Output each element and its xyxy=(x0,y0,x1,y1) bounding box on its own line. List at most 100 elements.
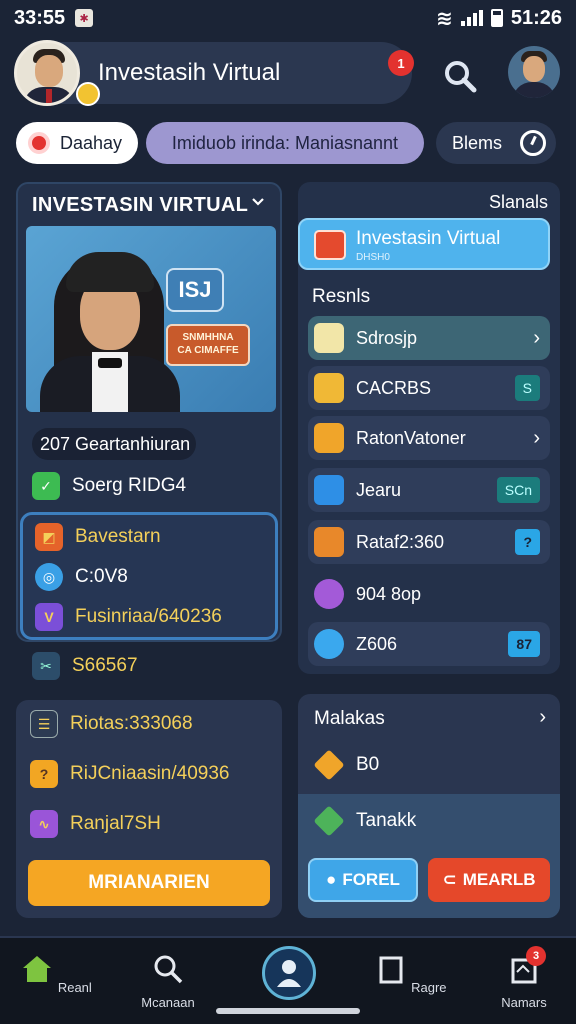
filter-pill-blems[interactable]: Blems xyxy=(436,122,556,164)
list-item[interactable]: Sdrosjp › xyxy=(308,316,550,360)
list-item[interactable]: Tanakk xyxy=(313,805,416,837)
document-icon xyxy=(314,423,344,453)
wifi-icon: ≋ xyxy=(436,7,453,30)
chart-icon: ◩ xyxy=(35,523,63,551)
list-item-label: Fusinriaa/640236 xyxy=(75,606,222,627)
list-item-label: 904 8op xyxy=(356,583,422,604)
item-tag: ? xyxy=(515,529,540,555)
home-indicator[interactable] xyxy=(216,1008,360,1014)
photo-icon xyxy=(314,373,344,403)
list-item[interactable]: ◎ C:0V8 xyxy=(35,561,128,593)
pill-label: Imiduob irinda: Maniasnannt xyxy=(171,132,399,153)
nav-center-profile[interactable] xyxy=(262,946,316,1000)
active-item-title: Investasin Virtual xyxy=(356,228,501,249)
list-item-label: Ranjal7SH xyxy=(70,813,161,834)
nav-label: Ragre xyxy=(411,980,447,995)
manage-button[interactable]: MRIANARIEN xyxy=(28,860,270,906)
item-tag: SCn xyxy=(496,477,540,503)
nav-inbox[interactable]: Namars xyxy=(484,952,564,1010)
list-item[interactable]: B0 xyxy=(313,749,380,781)
signal-icon xyxy=(460,10,483,26)
list-item[interactable]: ☰ Riotas:333068 xyxy=(30,708,193,740)
app-header: Investasih Virtual 1 xyxy=(14,40,414,106)
nav-search[interactable]: Mcanaan xyxy=(128,952,208,1010)
filter-pill-daahay[interactable]: Daahay xyxy=(16,122,138,164)
button-label: MEARLB xyxy=(462,870,536,889)
pill-label: Blems xyxy=(452,132,503,153)
nav-label: Namars xyxy=(501,995,547,1010)
coin-icon xyxy=(76,82,100,106)
list-item-label: RiJCniaasin/40936 xyxy=(70,763,230,784)
bubble-icon: ● xyxy=(326,870,337,889)
notification-badge[interactable]: 1 xyxy=(388,50,414,76)
list-item-label: Jearu xyxy=(356,479,402,500)
user-avatar[interactable] xyxy=(14,40,80,106)
stat-row-label: Soerg RIDG4 xyxy=(72,475,187,496)
list-item[interactable]: ? RiJCniaasin/40936 xyxy=(30,758,230,790)
section-label: Resnls xyxy=(312,286,371,307)
leaf-icon xyxy=(313,805,345,837)
filter-pill-management[interactable]: Imiduob irinda: Maniasnannt xyxy=(146,122,424,164)
forel-button[interactable]: ● FOREL xyxy=(308,858,418,902)
list-item[interactable]: Z606 87 xyxy=(308,622,550,666)
status-time: 33:55 xyxy=(14,6,66,29)
bookmark-icon xyxy=(379,956,403,984)
coin-circle-icon: ◎ xyxy=(35,563,63,591)
list-item-label: C:0V8 xyxy=(75,566,128,587)
list-item-label: RatonVatoner xyxy=(356,427,466,448)
chevron-right-icon[interactable]: › xyxy=(539,706,546,729)
shield-icon: V xyxy=(35,603,63,631)
item-tag: S xyxy=(514,375,540,401)
check-icon: ✓ xyxy=(32,472,60,500)
item-tag: 87 xyxy=(508,631,540,657)
list-item[interactable]: Jearu SCn xyxy=(308,468,550,512)
list-item[interactable]: Rataf2:360 ? xyxy=(308,520,550,564)
speech-bubble: ISJ xyxy=(166,268,224,312)
list-item-label: Bavestarn xyxy=(75,526,161,547)
signals-card: Slanals Investasin Virtual DHSH0 Resnls … xyxy=(298,182,560,674)
nav-home[interactable]: Reanl xyxy=(16,952,96,995)
home-icon xyxy=(23,956,52,982)
chevron-right-icon: › xyxy=(533,326,540,349)
list-icon: ☰ xyxy=(30,710,58,738)
list-item-label: B0 xyxy=(356,754,380,775)
profile-avatar[interactable] xyxy=(508,46,560,98)
app-notification-icon: ✱ xyxy=(75,9,94,27)
active-investment-item[interactable]: Investasin Virtual DHSH0 xyxy=(298,218,550,270)
speech-bubble-label: SNMHHNA CA CIMAFFE xyxy=(166,324,250,366)
extra-stat-row[interactable]: ✂ S66567 xyxy=(32,652,138,680)
battery-icon xyxy=(490,9,503,27)
list-item[interactable]: RatonVatoner › xyxy=(308,416,550,460)
list-item[interactable]: CACRBS S xyxy=(308,366,550,410)
list-item[interactable]: ∿ Ranjal7SH xyxy=(30,808,161,840)
extra-stat-label: S66567 xyxy=(72,655,138,676)
investment-subpanel: ◩ Bavestarn ◎ C:0V8 V Fusinriaa/640236 xyxy=(20,512,278,640)
puzzle-icon xyxy=(314,579,344,609)
list-item[interactable]: ◩ Bavestarn xyxy=(35,521,161,553)
chevron-right-icon: › xyxy=(533,426,540,449)
search-icon[interactable] xyxy=(440,56,480,96)
status-time-right: 51:26 xyxy=(510,6,562,29)
advisor-illustration: ISJ SNMHHNA CA CIMAFFE xyxy=(26,226,276,412)
list-item[interactable]: V Fusinriaa/640236 xyxy=(35,601,222,633)
portfolio-card: ☰ Riotas:333068 ? RiJCniaasin/40936 ∿ Ra… xyxy=(16,700,282,918)
search-icon xyxy=(154,955,183,984)
tool-icon: ✂ xyxy=(32,652,60,680)
category-badge: 207 Geartanhiuran xyxy=(32,428,196,460)
status-right: ≋ 51:26 xyxy=(436,6,562,31)
list-item-label: Riotas:333068 xyxy=(70,713,193,734)
card-header: Slanals xyxy=(488,192,548,212)
search-small-icon: ⊂ xyxy=(442,870,457,889)
card-icon xyxy=(314,230,346,260)
market-button[interactable]: ⊂ MEARLB xyxy=(428,858,550,902)
nav-pages[interactable]: Ragre xyxy=(370,952,450,995)
markets-card: Malakas › B0 Tanakk ● FOREL ⊂ MEARLB xyxy=(298,694,560,918)
list-item[interactable]: 904 8op xyxy=(308,572,550,616)
diamond-icon xyxy=(313,749,345,781)
nav-notification-badge: 3 xyxy=(526,946,546,966)
help-icon: ? xyxy=(30,760,58,788)
chevron-down-icon[interactable] xyxy=(250,194,266,210)
shield-icon xyxy=(314,527,344,557)
stat-row[interactable]: ✓ Soerg RIDG4 xyxy=(32,470,186,502)
status-bar: 33:55 ✱ ≋ 51:26 xyxy=(0,0,576,36)
